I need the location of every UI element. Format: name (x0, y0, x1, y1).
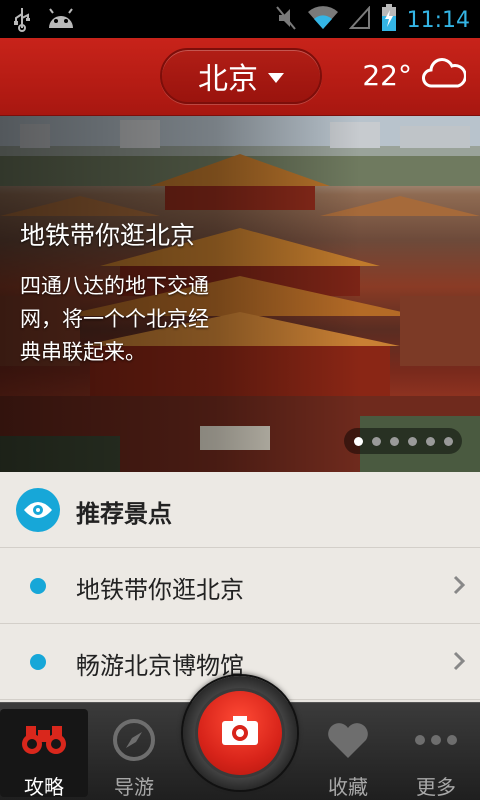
tab-label: 导游 (114, 775, 154, 799)
bullet-icon (30, 654, 46, 670)
list-item[interactable]: 地铁带你逛北京 (0, 548, 480, 624)
page-dot[interactable] (353, 436, 363, 446)
binoculars-icon (20, 717, 68, 763)
tab-guide[interactable]: 攻略 (0, 709, 88, 799)
tab-tour[interactable]: 导游 (90, 709, 178, 799)
list-item-label: 地铁带你逛北京 (76, 576, 244, 604)
page-dot[interactable] (371, 436, 381, 446)
section-title: 推荐景点 (76, 500, 172, 528)
page-dot[interactable] (443, 436, 453, 446)
camera-icon (220, 715, 260, 751)
cloud-icon (422, 58, 467, 92)
recommended-header: 推荐景点 (0, 472, 480, 548)
chevron-right-icon (452, 650, 466, 676)
tab-favorites[interactable]: 收藏 (304, 709, 392, 799)
bullet-icon (30, 578, 46, 594)
page-dot[interactable] (389, 436, 399, 446)
eye-icon (16, 488, 60, 532)
page-dot[interactable] (425, 436, 435, 446)
app-header: 北京 22° (0, 38, 480, 116)
status-time: 11:14 (406, 7, 470, 33)
page-indicator (344, 428, 462, 454)
android-icon (46, 6, 76, 36)
more-icon (412, 717, 460, 763)
chevron-down-icon (268, 73, 284, 83)
hero-title: 地铁带你逛北京 (20, 221, 196, 250)
battery-charging-icon (381, 4, 397, 36)
signal-icon (348, 5, 371, 34)
camera-button[interactable] (195, 688, 285, 778)
compass-icon (110, 717, 158, 763)
list-item-label: 畅游北京博物馆 (76, 652, 244, 680)
mute-icon (275, 5, 297, 35)
chevron-right-icon (452, 574, 466, 600)
tab-label: 攻略 (24, 775, 64, 799)
tab-more[interactable]: 更多 (392, 709, 480, 799)
city-selector-button[interactable]: 北京 (160, 48, 322, 104)
hero-description: 四通八达的地下交通网，将一个个北京经典串联起来。 (20, 274, 209, 364)
status-bar: 11:14 (0, 0, 480, 38)
tab-label: 收藏 (328, 775, 368, 799)
weather-widget[interactable]: 22° (362, 58, 467, 92)
wifi-icon (307, 6, 339, 34)
heart-icon (324, 717, 372, 763)
hero-banner[interactable]: 地铁带你逛北京 四通八达的地下交通网，将一个个北京经典串联起来。 (0, 116, 480, 472)
city-name: 北京 (198, 62, 258, 97)
usb-icon (12, 6, 32, 36)
temperature: 22° (362, 58, 412, 92)
page-dot[interactable] (407, 436, 417, 446)
tab-label: 更多 (416, 775, 456, 799)
